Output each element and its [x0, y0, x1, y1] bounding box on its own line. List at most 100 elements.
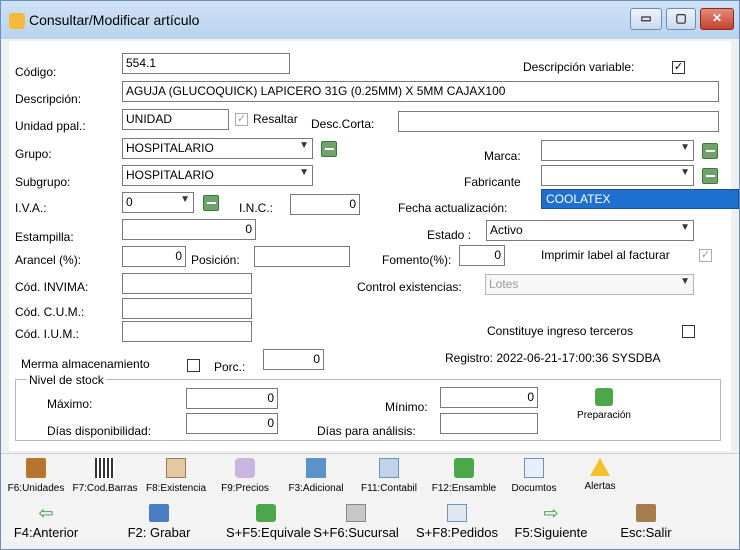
article-form: Código: 554.1 Descripción variable: ✓ De… — [9, 41, 739, 451]
iva-select[interactable]: 0 ▼ — [122, 192, 194, 213]
precios-button[interactable]: F9:Precios — [216, 458, 274, 494]
desc-variable-label: Descripción variable: — [523, 60, 635, 74]
save-icon — [149, 504, 169, 522]
window-title: Consultar/Modificar artículo — [29, 12, 200, 28]
puzzle-icon — [454, 458, 474, 478]
dias-disp-label: Días disponibilidad: — [47, 424, 152, 438]
fabricante-select[interactable]: ▼ — [541, 165, 694, 186]
chevron-down-icon: ▼ — [180, 194, 190, 205]
bottom-toolbar: F6:Unidades F7:Cod.Barras F8:Existencia … — [1, 453, 739, 541]
pedidos-button[interactable]: S+F8:Pedidos — [413, 504, 501, 540]
dias-analisis-input[interactable] — [440, 413, 538, 434]
grupo-select[interactable]: HOSPITALARIO ▼ — [122, 138, 313, 159]
descripcion-label: Descripción: — [15, 92, 82, 106]
cum-input[interactable] — [122, 298, 252, 319]
merma-label: Merma almacenamiento — [21, 357, 150, 371]
imprimir-checkbox[interactable]: ✓ — [699, 249, 712, 262]
maximo-label: Máximo: — [47, 397, 93, 411]
chevron-down-icon: ▼ — [680, 142, 690, 153]
fomento-input[interactable]: 0 — [459, 245, 505, 266]
ensamble-button[interactable]: F12:Ensamble — [431, 458, 497, 494]
stock-group-title: Nivel de stock — [27, 373, 106, 387]
sucursal-button[interactable]: S+F6:Sucursal — [311, 504, 401, 540]
warning-icon — [590, 458, 610, 476]
constituye-checkbox[interactable] — [682, 325, 695, 338]
chevron-down-icon: ▼ — [680, 167, 690, 178]
merma-checkbox[interactable] — [187, 359, 200, 372]
box-icon — [26, 458, 46, 478]
chevron-down-icon: ▼ — [299, 140, 309, 151]
maximize-button[interactable]: ▢ — [666, 8, 696, 30]
contabil-button[interactable]: F11:Contabil — [357, 458, 421, 494]
porc-input[interactable]: 0 — [263, 349, 324, 370]
minimo-label: Mínimo: — [385, 400, 428, 414]
window-icon — [306, 458, 326, 478]
subgrupo-select[interactable]: HOSPITALARIO ▼ — [122, 165, 313, 186]
grabar-button[interactable]: F2: Grabar — [119, 504, 199, 540]
salir-button[interactable]: Esc:Salir — [611, 504, 681, 540]
invima-input[interactable] — [122, 273, 252, 294]
fabricante-add-icon[interactable] — [702, 168, 718, 184]
clipboard-icon — [166, 458, 186, 478]
fecha-label: Fecha actualización: — [398, 201, 508, 215]
cod-barras-button[interactable]: F7:Cod.Barras — [71, 458, 139, 494]
marca-label: Marca: — [484, 149, 521, 163]
fabricante-option[interactable]: COOLATEX — [541, 189, 739, 209]
desc-corta-input[interactable] — [398, 111, 719, 132]
adicional-button[interactable]: F3:Adicional — [284, 458, 348, 494]
alertas-button[interactable]: Alertas — [575, 458, 625, 492]
estado-select[interactable]: Activo ▼ — [486, 220, 694, 241]
minimize-button[interactable]: ▭ — [630, 8, 662, 30]
codigo-input[interactable]: 554.1 — [122, 53, 290, 74]
chevron-down-icon: ▼ — [680, 276, 690, 287]
unidad-input[interactable]: UNIDAD — [122, 109, 229, 130]
arancel-input[interactable]: 0 — [122, 246, 186, 267]
posicion-input[interactable] — [254, 246, 350, 267]
siguiente-button[interactable]: ⇨ F5:Siguiente — [511, 504, 591, 540]
posicion-label: Posición: — [191, 253, 240, 267]
estampilla-label: Estampilla: — [15, 230, 74, 244]
resaltar-checkbox[interactable]: ✓ — [235, 113, 248, 126]
documentos-button[interactable]: Documtos — [505, 458, 563, 494]
existencia-button[interactable]: F8:Existencia — [145, 458, 207, 494]
dias-analisis-label: Días para análisis: — [317, 424, 416, 438]
equivale-button[interactable]: S+F5:Equivale — [226, 504, 311, 540]
estampilla-input[interactable]: 0 — [122, 219, 256, 240]
ium-input[interactable] — [122, 321, 252, 342]
clipboard-icon — [447, 504, 467, 522]
arancel-label: Arancel (%): — [15, 253, 82, 267]
iva-add-icon[interactable] — [203, 195, 219, 211]
unidades-button[interactable]: F6:Unidades — [7, 458, 65, 494]
preparacion-button[interactable]: Preparación — [569, 388, 639, 421]
control-select[interactable]: Lotes ▼ — [485, 274, 694, 295]
swap-icon — [256, 504, 276, 522]
table-icon — [379, 458, 399, 478]
inc-label: I.N.C.: — [239, 201, 274, 215]
invima-label: Cód. INVIMA: — [15, 280, 89, 294]
fabricante-label: Fabricante — [464, 175, 521, 189]
anterior-button[interactable]: ⇦ F4:Anterior — [11, 504, 81, 540]
chevron-down-icon: ▼ — [680, 222, 690, 233]
inc-input[interactable]: 0 — [290, 194, 360, 215]
minimo-input[interactable]: 0 — [440, 387, 538, 408]
imprimir-label: Imprimir label al facturar — [541, 248, 670, 262]
registro-text: Registro: 2022-06-21-17:00:36 SYSDBA — [445, 351, 661, 365]
descripcion-input[interactable]: AGUJA (GLUCOQUICK) LAPICERO 31G (0.25MM)… — [122, 81, 719, 102]
marca-add-icon[interactable] — [702, 143, 718, 159]
close-button[interactable]: ✕ — [700, 8, 734, 30]
network-icon — [346, 504, 366, 522]
tag-icon — [235, 458, 255, 478]
dias-disp-input[interactable]: 0 — [186, 413, 278, 434]
chevron-down-icon: ▼ — [299, 167, 309, 178]
grupo-add-icon[interactable] — [321, 141, 337, 157]
arrow-right-icon: ⇨ — [543, 503, 559, 523]
maximo-input[interactable]: 0 — [186, 388, 278, 409]
barcode-icon — [95, 458, 115, 478]
constituye-label: Constituye ingreso terceros — [487, 324, 634, 338]
desc-variable-checkbox[interactable]: ✓ — [672, 61, 685, 74]
puzzle-icon — [595, 388, 613, 406]
title-bar[interactable]: Consultar/Modificar artículo ▭ ▢ ✕ — [1, 1, 739, 39]
marca-select[interactable]: ▼ — [541, 140, 694, 161]
cum-label: Cód. C.U.M.: — [15, 305, 85, 319]
ium-label: Cód. I.U.M.: — [15, 327, 80, 341]
